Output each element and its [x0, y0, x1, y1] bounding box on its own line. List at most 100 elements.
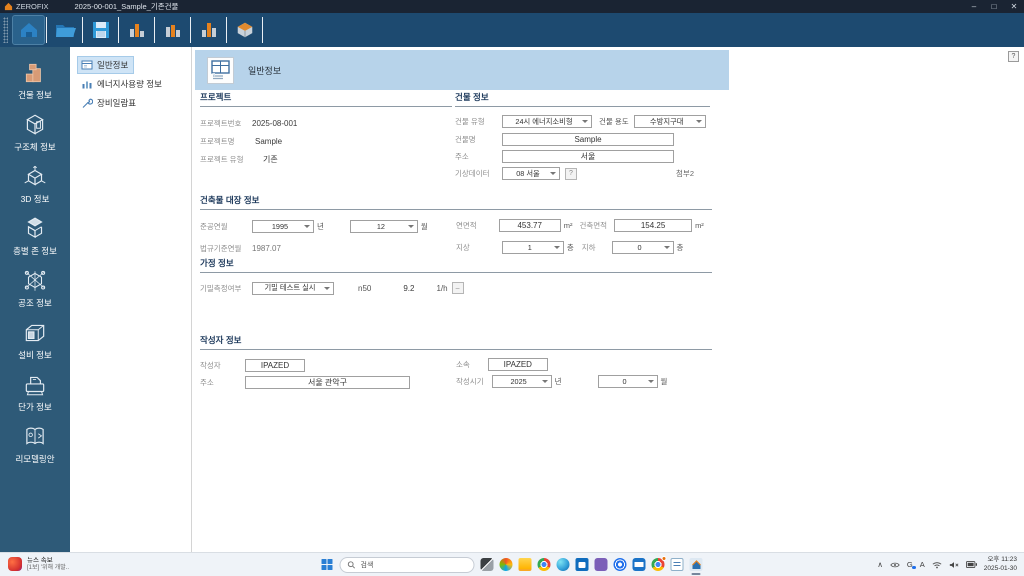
nav-item-equipment-list[interactable]: 장비일람표	[78, 95, 141, 111]
toolbar-separator	[262, 17, 263, 43]
sidebar-item-label: 3D 정보	[20, 194, 50, 204]
organization-input[interactable]: IPAZED	[487, 358, 548, 371]
below-ground-value: 0	[637, 243, 642, 252]
building-name-input[interactable]: Sample	[502, 133, 674, 146]
sidebar-item-structure-info[interactable]: 구조체 정보	[0, 107, 70, 159]
taskbar-search[interactable]: 검색	[339, 556, 475, 573]
sidebar-item-floor-zone-info[interactable]: 층별 존 정보	[0, 211, 70, 263]
below-ground-select[interactable]: 0	[611, 241, 674, 254]
document-title: 2025-00-001_Sample_기존건물	[74, 2, 179, 11]
news-widget[interactable]: 뉴스 속보 [1보] '위해 개발..	[8, 557, 69, 572]
purple-app-icon[interactable]	[594, 558, 608, 571]
toolbar-separator	[154, 17, 155, 43]
weather-help-button[interactable]: ?	[565, 167, 577, 180]
start-button[interactable]	[321, 558, 334, 571]
building-use-value: 수방지구대	[649, 116, 684, 126]
building-use-label: 건물 용도	[599, 117, 629, 126]
file-explorer-app-icon[interactable]	[518, 558, 532, 571]
section-title: 프로젝트	[200, 91, 452, 107]
sidebar-item-price-info[interactable]: 단가 정보	[0, 367, 70, 419]
author-address-input[interactable]: 서울 관악구	[245, 375, 410, 389]
hidden-icons-chevron[interactable]: ∧	[877, 560, 883, 569]
taskbar-clock[interactable]: 오후 11:23 2025-01-30	[984, 556, 1017, 572]
battery-icon[interactable]	[965, 561, 977, 568]
building-use-select[interactable]: 수방지구대	[633, 115, 706, 128]
organization-label: 소속	[456, 360, 470, 369]
building-type-select[interactable]: 24시 에너지소비형	[502, 115, 592, 128]
mail-app-icon[interactable]	[632, 558, 646, 571]
completion-year-select[interactable]: 1995	[252, 219, 314, 233]
edge-app-icon[interactable]	[556, 558, 570, 571]
notes-app-icon[interactable]	[670, 558, 684, 571]
weather-data-select[interactable]: 08 서울	[502, 167, 560, 180]
airtightness-select[interactable]: 기밀 테스트 실시	[252, 281, 334, 295]
sidebar-item-equipment-info[interactable]: 설비 정보	[0, 315, 70, 367]
chevron-down-icon	[550, 172, 556, 175]
chart-report-1-button[interactable]	[121, 16, 152, 44]
completion-month-select[interactable]: 12	[349, 219, 418, 233]
chevron-down-icon	[582, 120, 588, 123]
above-ground-select[interactable]: 1	[501, 241, 564, 254]
chart-report-3-button[interactable]	[193, 16, 224, 44]
chrome-app-icon[interactable]	[537, 558, 551, 571]
sidebar-item-label: 층별 존 정보	[13, 246, 57, 256]
news-widget-icon	[8, 557, 22, 572]
section-title: 건물 정보	[455, 91, 710, 107]
building-area-input[interactable]: 154.25	[614, 219, 693, 232]
section-project: 프로젝트 프로젝트번호 2025-08-001 프로젝트명 Sample 프로젝…	[200, 91, 452, 165]
sidebar-item-building-info[interactable]: 건물 정보	[0, 55, 70, 107]
model-cube-button[interactable]	[229, 16, 260, 44]
app-identity: ZEROFIX	[4, 2, 49, 11]
target-app-icon[interactable]	[613, 558, 627, 571]
close-button[interactable]: ✕	[1004, 2, 1024, 11]
write-year-select[interactable]: 2025	[491, 375, 552, 388]
n50-detail-button[interactable]: –	[451, 282, 464, 294]
toolbar-separator	[46, 17, 47, 43]
chart-report-2-button[interactable]	[157, 16, 188, 44]
minimize-button[interactable]: –	[964, 2, 984, 11]
register-printer-icon	[25, 376, 45, 396]
help-button[interactable]: ?	[1008, 51, 1019, 62]
completion-year-value: 1995	[271, 221, 289, 231]
writer-input[interactable]: IPAZED	[245, 358, 305, 372]
open-folder-icon	[55, 25, 76, 37]
maximize-button[interactable]: □	[984, 2, 1004, 11]
cube-icon	[237, 22, 252, 38]
building-address-input[interactable]: 서울	[502, 150, 674, 163]
write-month-select[interactable]: 0	[597, 375, 658, 388]
save-button[interactable]	[85, 16, 116, 44]
toolbar-drag-handle[interactable]	[3, 17, 8, 43]
sidebar-item-3d-info[interactable]: 3D 정보	[0, 159, 70, 211]
clock-date: 2025-01-30	[983, 564, 1017, 572]
tray-update-icon[interactable]: G	[907, 560, 916, 569]
sidebar-item-hvac-info[interactable]: 공조 정보	[0, 263, 70, 315]
zerofix-app-icon[interactable]	[689, 558, 703, 575]
wifi-icon[interactable]	[932, 561, 942, 569]
project-type-value: 기존	[263, 155, 278, 164]
section-building-ledger: 건축물 대장 정보 준공연월 1995 년 12 월 연면적 453.77 m²…	[200, 194, 712, 255]
building-type-label: 건물 유형	[455, 117, 485, 126]
nav-item-general-info[interactable]: 일반정보	[76, 56, 135, 74]
microsoft-store-app-icon[interactable]	[575, 558, 589, 571]
home-button[interactable]	[12, 15, 45, 45]
total-area-input[interactable]: 453.77	[498, 219, 561, 232]
project-number-value: 2025-08-001	[252, 119, 298, 128]
project-name-label: 프로젝트명	[200, 137, 235, 146]
ime-indicator[interactable]: A	[920, 560, 925, 569]
search-placeholder: 검색	[360, 561, 374, 569]
task-view-button[interactable]	[480, 558, 494, 571]
chrome-profile-app-icon[interactable]	[651, 556, 667, 571]
volume-muted-icon[interactable]	[949, 561, 959, 569]
sidebar-item-label: 단가 정보	[18, 402, 52, 412]
tray-eye-icon[interactable]	[890, 561, 900, 569]
sidebar-item-remodeling-plan[interactable]: 리모델링안	[0, 419, 70, 471]
copilot-app-icon[interactable]	[499, 558, 513, 571]
completion-month-value: 12	[376, 221, 385, 231]
nav-item-label: 에너지사용량 정보	[97, 79, 162, 89]
nav-item-energy-usage-info[interactable]: 에너지사용량 정보	[78, 76, 167, 92]
open-button[interactable]	[49, 16, 80, 44]
taskbar: 뉴스 속보 [1보] '위해 개발.. 검색 ∧ G A 오후 11:23 20…	[0, 552, 1024, 576]
toolbar-separator	[226, 17, 227, 43]
system-tray: ∧ G A 오후 11:23 2025-01-30	[877, 556, 1017, 572]
building-blocks-icon	[25, 63, 41, 83]
